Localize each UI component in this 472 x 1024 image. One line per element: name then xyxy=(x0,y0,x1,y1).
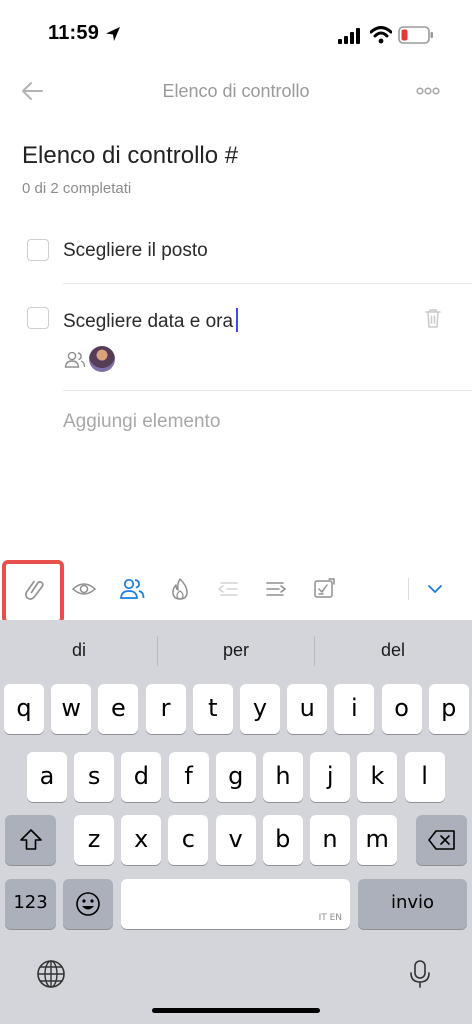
numbers-key[interactable]: 123 xyxy=(5,879,56,929)
key-m[interactable]: m xyxy=(357,815,398,865)
item-checkbox[interactable] xyxy=(27,239,49,261)
indent-icon[interactable] xyxy=(263,576,289,602)
key-u[interactable]: u xyxy=(287,684,328,734)
item-label[interactable]: Scegliere il posto xyxy=(63,240,208,262)
shift-key[interactable] xyxy=(5,815,56,865)
nav-header: Elenco di controllo xyxy=(0,66,472,116)
avatar[interactable] xyxy=(89,346,115,372)
formatting-toolbar xyxy=(0,560,472,624)
item-label: Scegliere data e ora xyxy=(63,311,234,332)
item-label-editing[interactable]: Scegliere data e ora xyxy=(63,308,239,333)
language-tag: IT EN xyxy=(318,913,342,923)
key-i[interactable]: i xyxy=(334,684,375,734)
wifi-icon xyxy=(370,26,392,44)
paperclip-icon[interactable] xyxy=(22,576,48,602)
key-d[interactable]: d xyxy=(121,752,162,802)
status-bar: 11:59 xyxy=(0,0,472,64)
checklist-progress: 0 di 2 completati xyxy=(22,180,132,197)
trash-icon[interactable] xyxy=(423,307,443,329)
key-f[interactable]: f xyxy=(168,752,209,802)
backspace-icon xyxy=(427,830,455,850)
header-title: Elenco di controllo xyxy=(162,81,310,101)
suggestion-2[interactable]: per xyxy=(176,640,296,661)
signal-icon xyxy=(338,28,360,44)
space-key[interactable]: IT EN xyxy=(121,879,350,929)
flame-icon[interactable] xyxy=(167,576,193,602)
add-item-input[interactable]: Aggiungi elemento xyxy=(63,411,220,433)
key-g[interactable]: g xyxy=(215,752,256,802)
key-j[interactable]: j xyxy=(310,752,351,802)
shift-icon xyxy=(19,829,42,850)
suggestion-separator xyxy=(314,636,315,666)
globe-icon[interactable] xyxy=(35,958,67,990)
key-b[interactable]: b xyxy=(262,815,303,865)
suggestion-3[interactable]: del xyxy=(333,640,453,661)
status-time: 11:59 xyxy=(48,22,100,44)
outdent-icon[interactable] xyxy=(215,576,241,602)
assignees-icon[interactable] xyxy=(119,576,145,602)
checklist-title[interactable]: Elenco di controllo # xyxy=(22,142,238,170)
backspace-key[interactable] xyxy=(416,815,467,865)
key-a[interactable]: a xyxy=(27,752,67,802)
text-cursor xyxy=(236,308,239,332)
emoji-icon xyxy=(76,892,100,916)
key-y[interactable]: y xyxy=(240,684,280,734)
toolbar-separator xyxy=(408,578,409,600)
item-divider xyxy=(63,283,472,284)
microphone-icon[interactable] xyxy=(404,958,436,990)
convert-task-icon[interactable] xyxy=(311,576,337,602)
location-arrow-icon xyxy=(106,27,120,41)
key-l[interactable]: l xyxy=(404,752,445,802)
suggestion-1[interactable]: di xyxy=(19,640,139,661)
more-dots-icon[interactable] xyxy=(414,78,442,104)
key-e[interactable]: e xyxy=(98,684,139,734)
key-c[interactable]: c xyxy=(168,815,209,865)
chevron-down-icon[interactable] xyxy=(422,576,448,602)
item-divider xyxy=(63,390,472,391)
key-q[interactable]: q xyxy=(4,684,44,734)
home-indicator xyxy=(152,1008,320,1013)
key-h[interactable]: h xyxy=(263,752,303,802)
key-p[interactable]: p xyxy=(428,684,469,734)
assignees-icon[interactable] xyxy=(64,350,86,368)
key-v[interactable]: v xyxy=(215,815,256,865)
key-s[interactable]: s xyxy=(74,752,115,802)
item-checkbox[interactable] xyxy=(27,307,49,329)
emoji-key[interactable] xyxy=(63,879,113,929)
key-n[interactable]: n xyxy=(310,815,350,865)
return-key[interactable]: invio xyxy=(358,879,467,929)
key-w[interactable]: w xyxy=(51,684,92,734)
battery-low-icon xyxy=(398,26,433,44)
eye-icon[interactable] xyxy=(71,576,97,602)
suggestion-separator xyxy=(157,636,158,666)
keyboard: di per del qwertyuiop asdfghjkl zxcvbnm … xyxy=(0,620,472,1024)
key-k[interactable]: k xyxy=(357,752,398,802)
key-x[interactable]: x xyxy=(121,815,162,865)
key-z[interactable]: z xyxy=(74,815,114,865)
key-t[interactable]: t xyxy=(192,684,233,734)
key-o[interactable]: o xyxy=(381,684,422,734)
key-r[interactable]: r xyxy=(145,684,186,734)
